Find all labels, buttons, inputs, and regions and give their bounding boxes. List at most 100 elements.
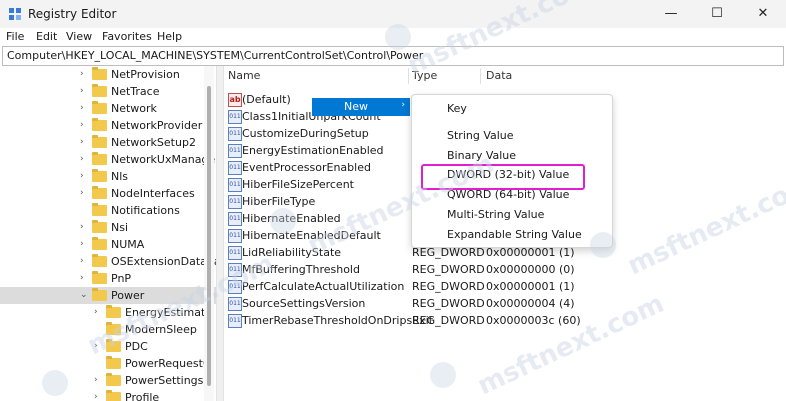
tree-item-label: Nls — [111, 170, 129, 183]
tree-item-label: Profile — [125, 391, 160, 401]
chevron-right-icon[interactable]: › — [80, 188, 84, 198]
value-name: EnergyEstimationEnabled — [242, 144, 384, 157]
tree-item[interactable]: › PnP — [0, 270, 216, 287]
chevron-right-icon[interactable]: › — [80, 273, 84, 283]
tree-item[interactable]: ⌄ Power — [0, 287, 216, 304]
tree-scrollbar[interactable] — [204, 66, 214, 401]
tree-item[interactable]: › NodeInterfaces — [0, 185, 216, 202]
submenu-item[interactable]: String Value — [447, 129, 514, 142]
binary-value-icon: 011 — [228, 212, 242, 226]
tree-item[interactable]: ModernSleep — [0, 321, 216, 338]
submenu-item[interactable]: Multi-String Value — [447, 208, 544, 221]
chevron-right-icon[interactable]: › — [80, 103, 84, 113]
tree-item[interactable]: › OSExtensionDataba — [0, 253, 216, 270]
context-menu-new[interactable]: New › — [312, 98, 410, 116]
tree-item-label: NetworkUxManage — [111, 153, 216, 166]
chevron-right-icon[interactable]: › — [80, 256, 84, 266]
pane-splitter[interactable] — [216, 66, 224, 401]
chevron-right-icon[interactable]: › — [80, 222, 84, 232]
tree-item-label: NetworkProvider — [111, 119, 203, 132]
value-row[interactable]: 011 SourceSettingsVersion REG_DWORD 0x00000… — [224, 295, 784, 312]
value-name: MfBufferingThreshold — [242, 263, 360, 276]
chevron-right-icon[interactable]: › — [80, 120, 84, 130]
tree-item-label: NetProvision — [111, 68, 180, 81]
close-button[interactable]: ✕ — [740, 0, 786, 28]
binary-value-icon: 011 — [228, 161, 242, 175]
binary-value-icon: 011 — [228, 314, 242, 328]
value-row[interactable]: 011 PerfCalculateActualUtilization REG_DWO… — [224, 278, 784, 295]
chevron-right-icon[interactable]: › — [80, 86, 84, 96]
submenu-item[interactable]: Key — [447, 102, 467, 115]
menu-edit[interactable]: Edit — [36, 30, 57, 43]
tree-item-label: NUMA — [111, 238, 145, 251]
folder-icon — [92, 271, 107, 284]
value-data: 0x00000001 (1) — [486, 280, 575, 293]
binary-value-icon: 011 — [228, 178, 242, 192]
chevron-right-icon[interactable]: › — [80, 154, 84, 164]
maximize-button[interactable]: ☐ — [694, 0, 740, 28]
tree-item[interactable]: › Nls — [0, 168, 216, 185]
folder-icon — [106, 373, 121, 386]
menu-help[interactable]: Help — [157, 30, 182, 43]
menu-favorites[interactable]: Favorites — [102, 30, 152, 43]
tree-item[interactable]: › NetworkProvider — [0, 117, 216, 134]
binary-value-icon: 011 — [228, 195, 242, 209]
chevron-right-icon[interactable]: › — [94, 341, 98, 351]
tree-item-label: ModernSleep — [125, 323, 197, 336]
string-value-icon: ab — [228, 93, 242, 107]
column-separator[interactable] — [480, 68, 481, 84]
tree-item[interactable]: › PDC — [0, 338, 216, 355]
tree-item[interactable]: › NetTrace — [0, 83, 216, 100]
minimize-button[interactable]: — — [648, 0, 694, 28]
value-name: HiberFileSizePercent — [242, 178, 354, 191]
value-row[interactable]: 011 TimerRebaseThresholdOnDripsExit REG_DW… — [224, 312, 784, 329]
tree-item[interactable]: › NUMA — [0, 236, 216, 253]
folder-icon — [92, 67, 107, 80]
chevron-right-icon: › — [401, 100, 405, 110]
folder-icon — [92, 101, 107, 114]
submenu-item[interactable]: Expandable String Value — [447, 228, 582, 241]
column-header-type[interactable]: Type — [412, 69, 437, 82]
chevron-right-icon[interactable]: › — [80, 239, 84, 249]
column-separator[interactable] — [408, 68, 409, 84]
tree-item-label: OSExtensionDataba — [111, 255, 216, 268]
chevron-down-icon[interactable]: ⌄ — [80, 290, 88, 300]
menu-view[interactable]: View — [66, 30, 92, 43]
chevron-right-icon[interactable]: › — [80, 171, 84, 181]
column-header-name[interactable]: Name — [228, 69, 260, 82]
folder-icon — [106, 339, 121, 352]
tree-item[interactable]: › NetworkUxManage — [0, 151, 216, 168]
folder-icon — [92, 254, 107, 267]
menu-file[interactable]: File — [6, 30, 24, 43]
tree-item-label: PowerSettings — [125, 374, 204, 387]
tree-item[interactable]: › Network — [0, 100, 216, 117]
submenu-item[interactable]: Binary Value — [447, 149, 516, 162]
tree-item[interactable]: Notifications — [0, 202, 216, 219]
folder-icon — [92, 84, 107, 97]
chevron-right-icon[interactable]: › — [94, 375, 98, 385]
folder-icon — [92, 237, 107, 250]
tree-scrollbar-thumb[interactable] — [207, 86, 211, 386]
folder-icon — [92, 152, 107, 165]
chevron-right-icon[interactable]: › — [94, 307, 98, 317]
folder-icon — [92, 203, 107, 216]
tree-item[interactable]: › PowerSettings — [0, 372, 216, 389]
context-menu-new-label: New — [344, 100, 368, 113]
tree-item[interactable]: PowerRequestO — [0, 355, 216, 372]
tree-item[interactable]: › NetProvision — [0, 66, 216, 83]
tree-item-label: Power — [111, 289, 145, 302]
chevron-right-icon[interactable]: › — [94, 392, 98, 401]
registry-editor-icon — [9, 8, 21, 20]
chevron-right-icon[interactable]: › — [80, 137, 84, 147]
value-name: CustomizeDuringSetup — [242, 127, 369, 140]
window-title: Registry Editor — [28, 7, 117, 21]
tree-item[interactable]: › EnergyEstimatic — [0, 304, 216, 321]
tree-item[interactable]: › Profile — [0, 389, 216, 401]
chevron-right-icon[interactable]: › — [80, 69, 84, 79]
tree-item[interactable]: › NetworkSetup2 — [0, 134, 216, 151]
tree-item-label: Notifications — [111, 204, 180, 217]
column-header-data[interactable]: Data — [486, 69, 512, 82]
value-row[interactable]: 011 MfBufferingThreshold REG_DWORD 0x000000… — [224, 261, 784, 278]
tree-item[interactable]: › Nsi — [0, 219, 216, 236]
registry-editor-window: Registry Editor — ☐ ✕ File Edit View Fav… — [0, 0, 786, 401]
